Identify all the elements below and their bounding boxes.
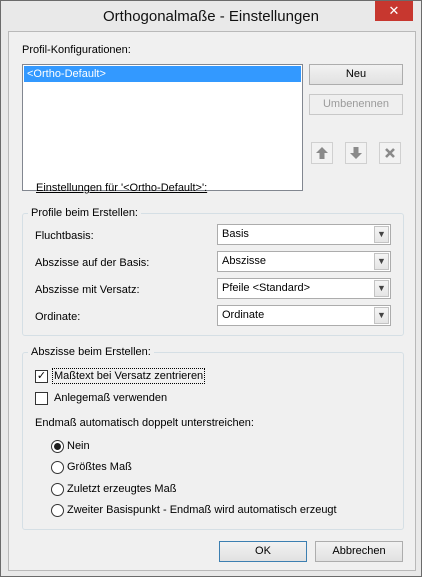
abszisse-basis-label: Abszisse auf der Basis: xyxy=(35,257,150,269)
abszisse-versatz-value: Pfeile <Standard> xyxy=(222,282,311,294)
radio-zuletzt-erzeugt-label[interactable]: Zuletzt erzeugtes Maß xyxy=(67,483,176,495)
radio-zuletzt-erzeugt[interactable] xyxy=(51,483,64,496)
chevron-down-icon: ▼ xyxy=(374,253,389,270)
settings-heading-text: Einstellungen für '<Ortho-Default>': xyxy=(36,182,208,194)
dialog-body: Profil-Konfigurationen: <Ortho-Default> … xyxy=(8,31,416,571)
abszisse-basis-value: Abszisse xyxy=(222,255,267,267)
cancel-button[interactable]: Abbrechen xyxy=(315,541,403,562)
radio-nein[interactable] xyxy=(51,440,64,453)
chevron-down-icon: ▼ xyxy=(374,307,389,324)
lay-dimension-label[interactable]: Anlegemaß verwenden xyxy=(54,392,167,404)
abscissa-group-title: Abszisse beim Erstellen: xyxy=(28,346,154,358)
arrow-down-icon[interactable] xyxy=(345,142,367,164)
arrow-up-icon[interactable] xyxy=(311,142,333,164)
radio-groesstes-mass-label[interactable]: Größtes Maß xyxy=(67,461,132,473)
radio-zweiter-basispunkt[interactable] xyxy=(51,504,64,517)
fluchtbasis-select[interactable]: Basis ▼ xyxy=(217,224,391,245)
chevron-down-icon: ▼ xyxy=(374,280,389,297)
settings-heading: Einstellungen für '<Ortho-Default>': xyxy=(36,182,207,194)
radio-zweiter-basispunkt-label[interactable]: Zweiter Basispunkt - Endmaß wird automat… xyxy=(67,504,337,516)
delete-x-icon[interactable] xyxy=(379,142,401,164)
fluchtbasis-value: Basis xyxy=(222,228,249,240)
list-item[interactable]: <Ortho-Default> xyxy=(23,65,302,83)
abszisse-basis-select[interactable]: Abszisse ▼ xyxy=(217,251,391,272)
rename-button[interactable]: Umbenennen xyxy=(309,94,403,115)
new-button[interactable]: Neu xyxy=(309,64,403,85)
chevron-down-icon: ▼ xyxy=(374,226,389,243)
title-bar[interactable]: Orthogonalmaße - Einstellungen ✕ xyxy=(1,1,421,31)
profiles-label: Profil-Konfigurationen: xyxy=(22,44,131,56)
center-text-label[interactable]: Maßtext bei Versatz zentrieren xyxy=(51,368,206,384)
ok-button[interactable]: OK xyxy=(219,541,307,562)
ordinate-select[interactable]: Ordinate ▼ xyxy=(217,305,391,326)
abszisse-versatz-select[interactable]: Pfeile <Standard> ▼ xyxy=(217,278,391,299)
double-underline-label: Endmaß automatisch doppelt unterstreiche… xyxy=(35,417,254,429)
ordinate-value: Ordinate xyxy=(222,309,265,321)
close-button[interactable]: ✕ xyxy=(375,1,413,21)
radio-groesstes-mass[interactable] xyxy=(51,461,64,474)
create-profiles-group-title: Profile beim Erstellen: xyxy=(28,207,141,219)
radio-nein-label[interactable]: Nein xyxy=(67,440,90,452)
ordinate-label: Ordinate: xyxy=(35,311,81,323)
abszisse-versatz-label: Abszisse mit Versatz: xyxy=(35,284,140,296)
fluchtbasis-label: Fluchtbasis: xyxy=(35,230,94,242)
window-title: Orthogonalmaße - Einstellungen xyxy=(103,8,319,25)
lay-dimension-checkbox[interactable] xyxy=(35,392,48,405)
center-text-checkbox[interactable]: ✓ xyxy=(35,370,48,383)
profiles-listbox[interactable]: <Ortho-Default> xyxy=(22,64,303,191)
dialog-window: Orthogonalmaße - Einstellungen ✕ Profil-… xyxy=(0,0,422,577)
